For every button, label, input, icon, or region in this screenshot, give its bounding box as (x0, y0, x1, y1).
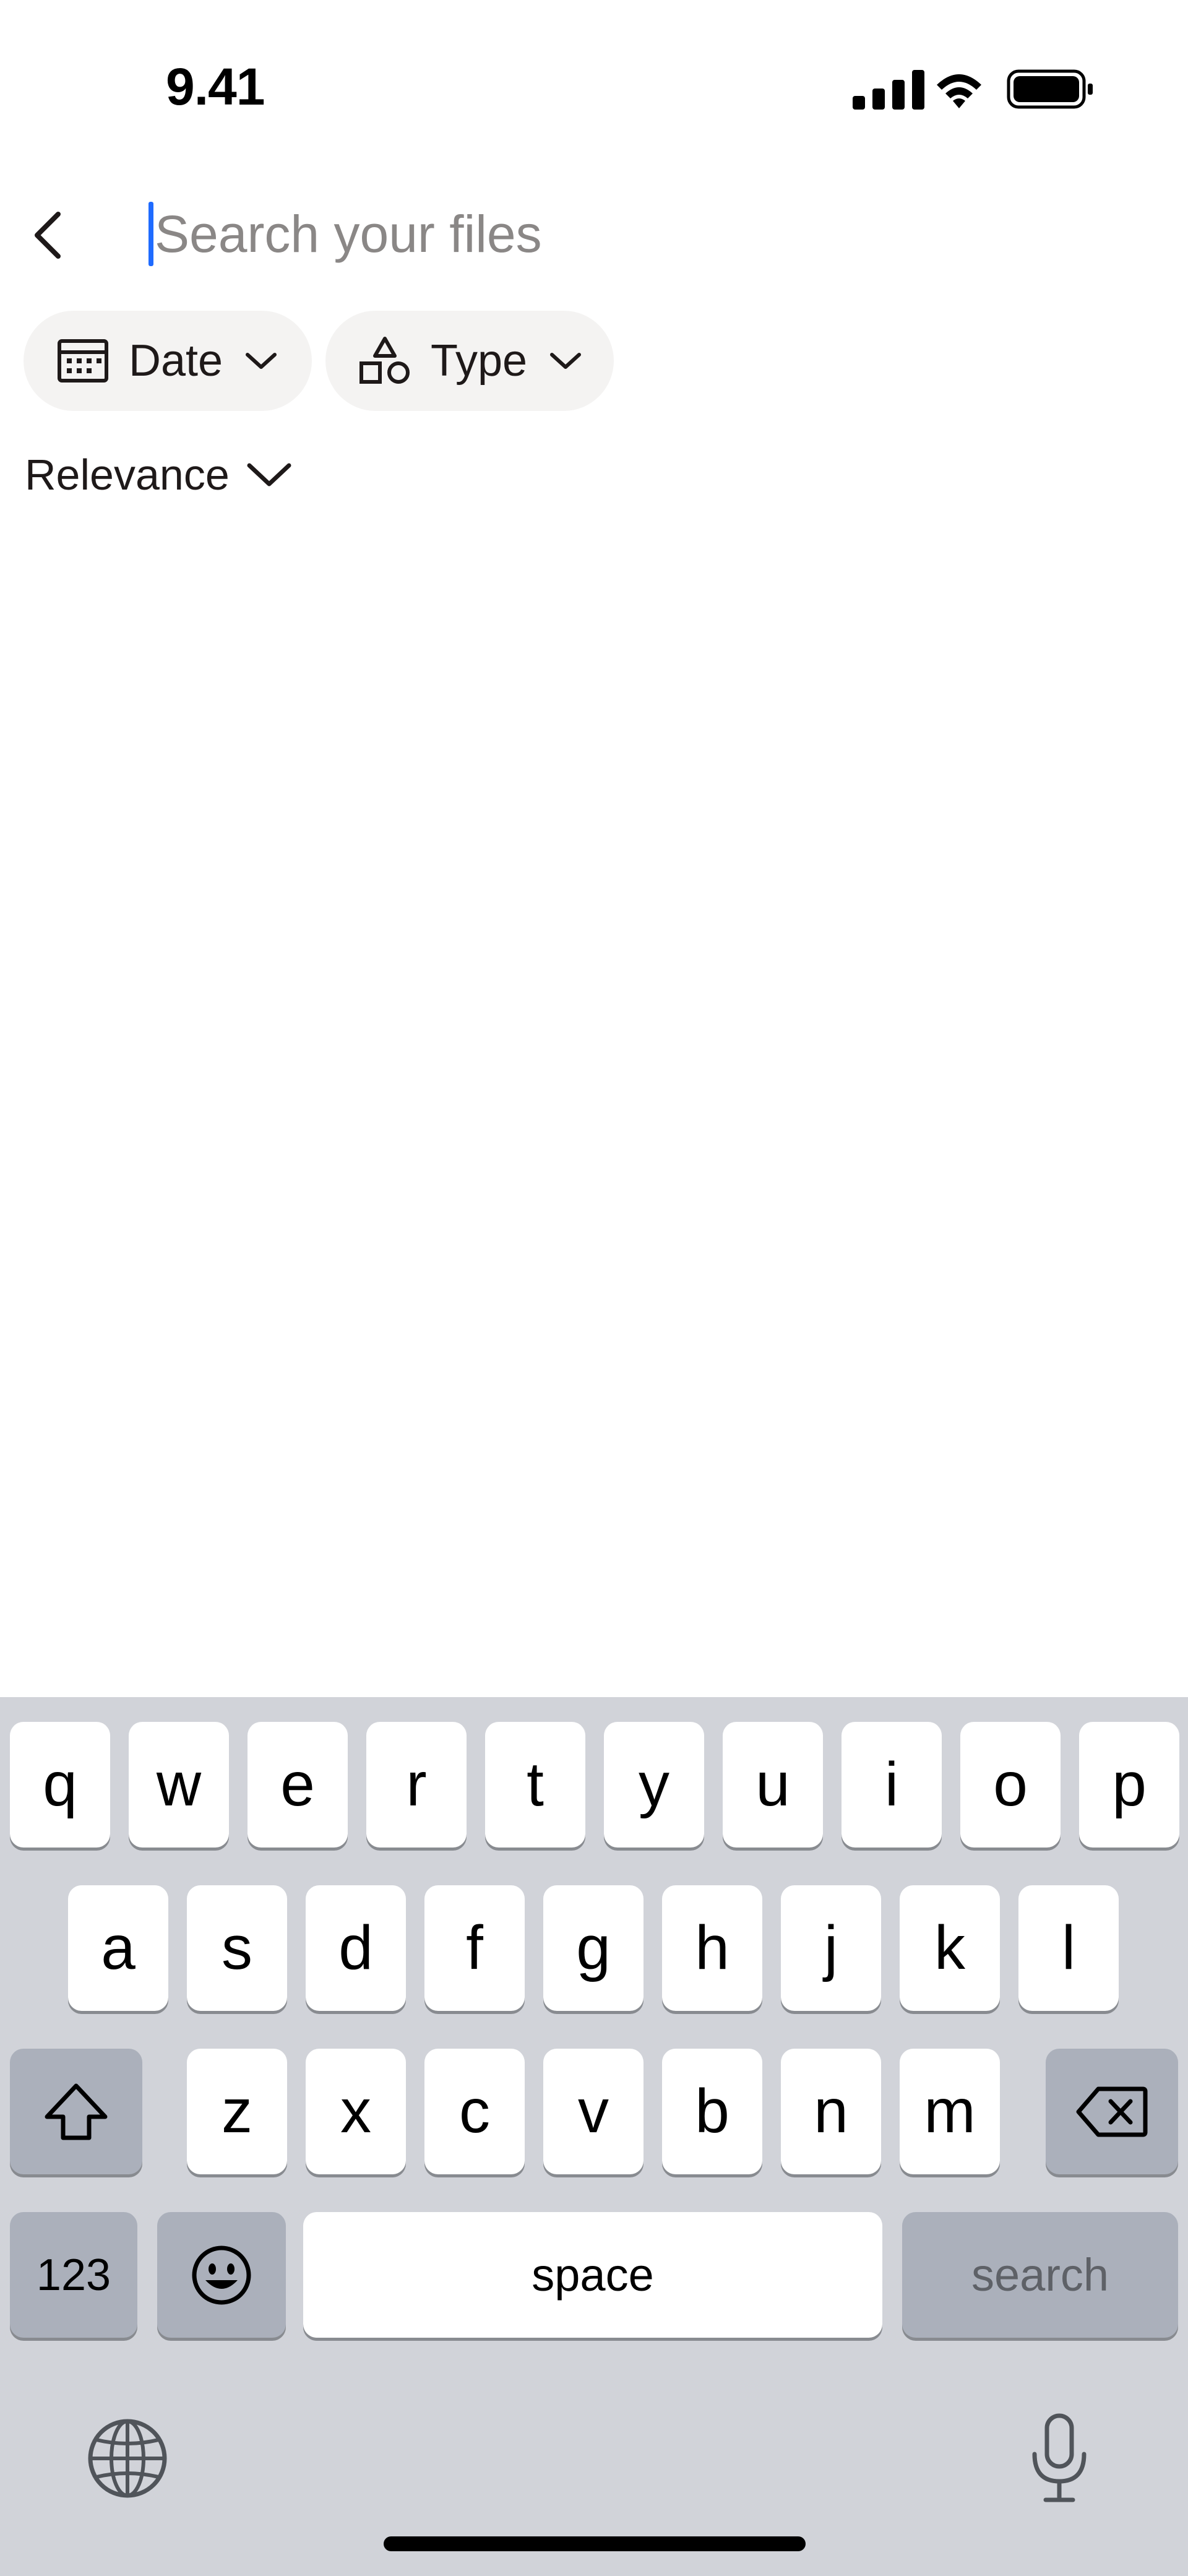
key-d[interactable]: d (306, 1885, 406, 2011)
key-p[interactable]: p (1079, 1722, 1179, 1848)
key-t[interactable]: t (485, 1722, 585, 1848)
key-c[interactable]: c (424, 2049, 525, 2174)
wifi-icon (937, 74, 981, 108)
sort-label: Relevance (25, 451, 230, 499)
key-g[interactable]: g (543, 1885, 644, 2011)
date-filter-chip[interactable]: Date (24, 311, 312, 411)
key-w[interactable]: w (129, 1722, 229, 1848)
key-b[interactable]: b (662, 2049, 762, 2174)
cellular-signal-icon (853, 70, 924, 110)
key-k[interactable]: k (900, 1885, 1000, 2011)
key-y[interactable]: y (604, 1722, 704, 1848)
delete-key[interactable] (1046, 2049, 1178, 2174)
home-indicator[interactable] (384, 2536, 806, 2551)
text-caret (148, 202, 153, 266)
key-x[interactable]: x (306, 2049, 406, 2174)
chevron-down-icon (246, 353, 277, 369)
shift-key[interactable] (10, 2049, 142, 2174)
key-q[interactable]: q (10, 1722, 110, 1848)
search-input[interactable] (155, 204, 1083, 264)
key-l[interactable]: l (1018, 1885, 1119, 2011)
status-icons (848, 65, 1095, 118)
key-r[interactable]: r (366, 1722, 467, 1848)
type-filter-chip[interactable]: Type (325, 311, 614, 411)
key-o[interactable]: o (960, 1722, 1061, 1848)
globe-icon (88, 2419, 167, 2498)
emoji-face-icon (192, 2245, 251, 2304)
battery-icon (1007, 69, 1093, 109)
key-f[interactable]: f (424, 1885, 525, 2011)
status-time: 9.41 (166, 58, 265, 116)
globe-button[interactable] (84, 2415, 171, 2502)
chevron-down-icon (247, 463, 291, 486)
shapes-icon (359, 337, 410, 384)
microphone-icon (1032, 2413, 1087, 2502)
key-a[interactable]: a (68, 1885, 168, 2011)
key-s[interactable]: s (187, 1885, 287, 2011)
shift-arrow-icon (45, 2083, 108, 2140)
numbers-key[interactable]: 123 (10, 2212, 137, 2338)
key-j[interactable]: j (781, 1885, 881, 2011)
space-key[interactable]: space (303, 2212, 882, 2338)
chevron-left-icon (35, 212, 61, 259)
key-h[interactable]: h (662, 1885, 762, 2011)
key-u[interactable]: u (723, 1722, 823, 1848)
calendar-icon (58, 339, 108, 383)
key-e[interactable]: e (248, 1722, 348, 1848)
back-button[interactable] (22, 204, 72, 266)
type-filter-label: Type (431, 336, 528, 386)
search-key[interactable]: search (902, 2212, 1178, 2338)
date-filter-label: Date (129, 336, 223, 386)
chevron-down-icon (550, 353, 582, 369)
key-m[interactable]: m (900, 2049, 1000, 2174)
backspace-icon (1076, 2086, 1148, 2137)
key-n[interactable]: n (781, 2049, 881, 2174)
key-i[interactable]: i (842, 1722, 942, 1848)
sort-dropdown[interactable]: Relevance (25, 441, 291, 509)
search-field[interactable] (148, 197, 1138, 271)
key-v[interactable]: v (543, 2049, 644, 2174)
emoji-key[interactable] (157, 2212, 286, 2338)
key-z[interactable]: z (187, 2049, 287, 2174)
onscreen-keyboard: q w e r t y u i o p a s d f g h j k l z … (0, 1697, 1188, 2576)
dictation-button[interactable] (1016, 2409, 1103, 2508)
